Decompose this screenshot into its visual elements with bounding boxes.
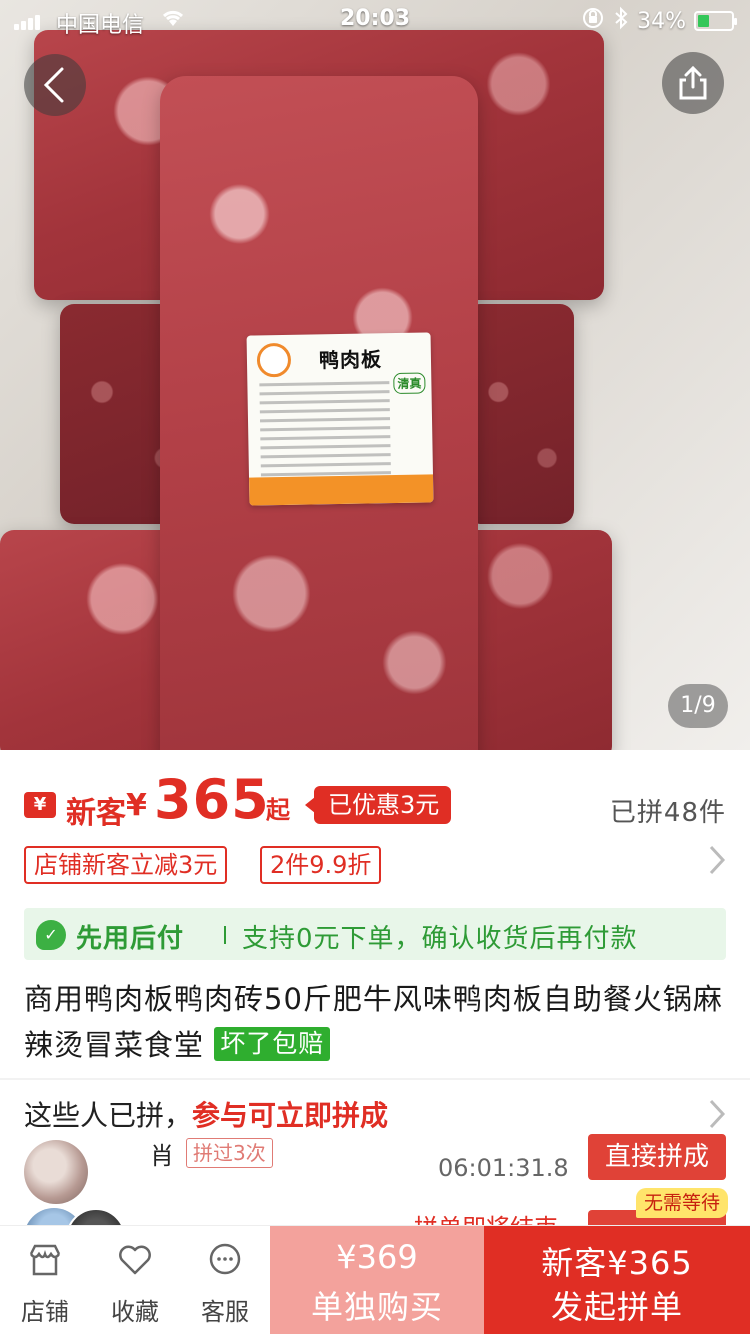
meat-block-middle-right	[466, 304, 574, 524]
buy-alone-button[interactable]: ¥369 单独购买	[270, 1226, 484, 1334]
favorite-tab[interactable]: 收藏	[90, 1226, 180, 1334]
group-times-badge: 拼过3次	[186, 1138, 273, 1168]
share-icon	[679, 65, 707, 100]
price-from-label: 起	[266, 796, 290, 824]
new-customer-label: 新客	[66, 796, 126, 831]
battery-percentage: 34%	[637, 8, 686, 34]
start-group-price: 新客¥365	[541, 1244, 693, 1282]
coupon-multi-buy[interactable]: 2件9.9折	[260, 846, 382, 884]
group-buy-heading-highlight: 参与可立即拼成	[192, 1099, 389, 1132]
brand-logo	[256, 342, 292, 378]
chevron-right-icon	[708, 1098, 726, 1137]
buy-alone-label: 单独购买	[310, 1288, 443, 1326]
product-title-text: 商用鸭肉板鸭肉砖50斤肥牛风味鸭肉板自助餐火锅麻辣烫冒菜食堂	[24, 982, 723, 1062]
chevron-right-icon	[708, 844, 726, 885]
start-group-label: 发起拼单	[550, 1288, 683, 1326]
pay-later-description: 支持0元下单，确认收货后再付款	[242, 924, 638, 954]
group-buy-heading: 这些人已拼，	[24, 1099, 193, 1132]
pay-later-icon: ✓	[36, 920, 66, 950]
coupon-row[interactable]: 店铺新客立减3元 2件9.9折	[24, 844, 726, 886]
join-group-button[interactable]: 直接拼成	[588, 1134, 726, 1180]
customer-service-tab-label: 客服	[201, 1298, 249, 1326]
group-countdown: 06:01:31.8	[438, 1154, 569, 1182]
back-button[interactable]	[24, 54, 86, 116]
label-band	[249, 474, 434, 506]
product-label: 鸭肉板 清真	[246, 332, 434, 506]
battery-icon	[694, 11, 737, 31]
chevron-left-icon	[43, 67, 64, 103]
product-title: 商用鸭肉板鸭肉砖50斤肥牛风味鸭肉板自助餐火锅麻辣烫冒菜食堂 坏了包赔	[24, 976, 726, 1068]
avatar	[24, 1140, 88, 1204]
yen-badge-icon: ¥	[24, 792, 56, 818]
heart-icon	[117, 1242, 153, 1278]
group-member-name: 肖	[150, 1142, 174, 1170]
product-image-gallery[interactable]: 鸭肉板 清真 中国电信 20:03 34% 1/9	[0, 0, 750, 750]
sold-count: 已拼48件	[609, 798, 726, 828]
store-icon	[27, 1242, 63, 1278]
bluetooth-icon	[613, 6, 629, 36]
halal-badge: 清真	[393, 372, 426, 395]
pay-later-banner[interactable]: ✓ 先用后付 支持0元下单，确认收货后再付款	[24, 908, 726, 960]
currency-symbol: ¥	[126, 788, 147, 823]
pay-later-title: 先用后付	[76, 924, 185, 954]
share-button[interactable]	[662, 52, 724, 114]
buy-alone-price: ¥369	[336, 1238, 418, 1276]
chat-icon	[207, 1242, 243, 1278]
price-amount: 365	[154, 768, 270, 831]
pay-later-divider	[224, 926, 226, 944]
discount-tag: 已优惠3元	[304, 786, 452, 824]
coupon-new-customer[interactable]: 店铺新客立减3元	[24, 846, 228, 884]
store-tab[interactable]: 店铺	[0, 1226, 90, 1334]
guarantee-tag: 坏了包赔	[214, 1027, 331, 1061]
no-wait-badge: 无需等待	[636, 1188, 729, 1218]
store-tab-label: 店铺	[21, 1298, 69, 1326]
label-text-lines	[259, 381, 391, 482]
start-group-button[interactable]: 新客¥365 发起拼单	[484, 1226, 750, 1334]
status-bar: 中国电信 20:03 34%	[0, 0, 750, 40]
label-title: 鸭肉板	[318, 347, 383, 373]
section-divider	[0, 1078, 750, 1080]
favorite-tab-label: 收藏	[111, 1298, 159, 1326]
price-row: ¥ 新客 ¥ 365 起 已优惠3元 已拼48件	[24, 768, 726, 834]
image-counter: 1/9	[668, 684, 728, 728]
orientation-lock-icon	[581, 6, 605, 36]
customer-service-tab[interactable]: 客服	[180, 1226, 270, 1334]
bottom-action-bar: 店铺 收藏 客服 ¥369 单独购买 新客¥365 发起拼单	[0, 1226, 750, 1334]
